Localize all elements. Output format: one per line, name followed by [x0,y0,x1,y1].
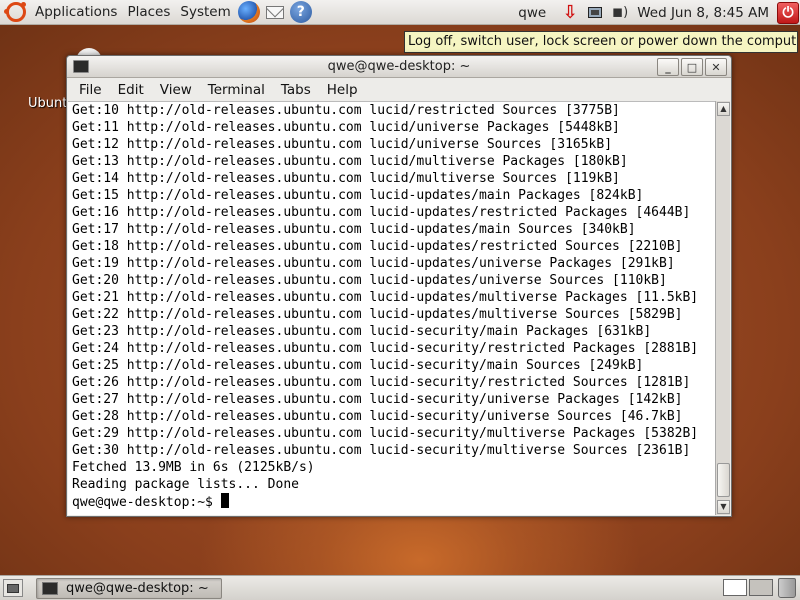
mail-icon[interactable] [264,1,286,23]
menu-help[interactable]: Help [319,82,366,98]
vertical-scrollbar[interactable]: ▲ ▼ [715,101,730,515]
terminal-line: Get:16 http://old-releases.ubuntu.com lu… [72,205,691,220]
terminal-line: Get:27 http://old-releases.ubuntu.com lu… [72,392,683,407]
terminal-line: Get:10 http://old-releases.ubuntu.com lu… [72,103,620,118]
shutdown-tooltip: Log off, switch user, lock screen or pow… [404,31,798,53]
window-title: qwe@qwe-desktop: ~ [327,59,471,74]
bottom-panel: qwe@qwe-desktop: ~ [0,575,800,600]
applications-menu[interactable]: Applications [30,0,122,25]
terminal-output[interactable]: Get:10 http://old-releases.ubuntu.com lu… [68,101,715,515]
taskbar-label: qwe@qwe-desktop: ~ [66,580,209,596]
terminal-line: Fetched 13.9MB in 6s (2125kB/s) [72,460,315,475]
terminal-line: Get:17 http://old-releases.ubuntu.com lu… [72,222,636,237]
user-switcher[interactable]: qwe [518,5,546,21]
firefox-icon[interactable] [237,1,260,23]
ubuntu-logo-icon[interactable] [4,2,26,22]
taskbar-terminal-button[interactable]: qwe@qwe-desktop: ~ [36,577,222,599]
scrollbar-thumb[interactable] [717,463,730,497]
minimize-button[interactable]: _ [657,58,679,76]
menu-file[interactable]: File [71,82,110,98]
trash-icon[interactable] [778,578,796,598]
menu-tabs[interactable]: Tabs [273,82,319,98]
terminal-line: Get:11 http://old-releases.ubuntu.com lu… [72,120,620,135]
terminal-line: Get:18 http://old-releases.ubuntu.com lu… [72,239,683,254]
menu-view[interactable]: View [152,82,200,98]
terminal-line: Get:24 http://old-releases.ubuntu.com lu… [72,341,699,356]
menubar: File Edit View Terminal Tabs Help [67,79,731,101]
terminal-line: Get:21 http://old-releases.ubuntu.com lu… [72,290,699,305]
terminal-line: Get:28 http://old-releases.ubuntu.com lu… [72,409,683,424]
text-cursor [220,493,229,508]
terminal-icon [42,581,58,595]
terminal-line: Get:13 http://old-releases.ubuntu.com lu… [72,154,628,169]
terminal-window: qwe@qwe-desktop: ~ _ □ ✕ File Edit View … [66,55,732,517]
terminal-line: Get:30 http://old-releases.ubuntu.com lu… [72,443,691,458]
menu-edit[interactable]: Edit [110,82,152,98]
terminal-line: Get:19 http://old-releases.ubuntu.com lu… [72,256,675,271]
terminal-line: Get:22 http://old-releases.ubuntu.com lu… [72,307,683,322]
download-arrow-icon[interactable]: ⇩ [560,2,580,23]
terminal-line: Get:25 http://old-releases.ubuntu.com lu… [72,358,644,373]
terminal-line: Get:23 http://old-releases.ubuntu.com lu… [72,324,652,339]
help-icon[interactable]: ? [289,1,312,23]
terminal-line: Get:12 http://old-releases.ubuntu.com lu… [72,137,613,152]
window-titlebar[interactable]: qwe@qwe-desktop: ~ _ □ ✕ [67,56,731,78]
network-icon[interactable] [585,3,605,23]
shutdown-icon[interactable]: ⏻ [777,1,799,24]
prompt-text: qwe@qwe-desktop:~$ [72,495,221,510]
volume-icon[interactable]: ◼) [610,3,630,23]
scroll-down-icon[interactable]: ▼ [717,500,730,514]
terminal-line: Get:20 http://old-releases.ubuntu.com lu… [72,273,667,288]
close-button[interactable]: ✕ [705,58,727,76]
menu-terminal[interactable]: Terminal [200,82,273,98]
terminal-prompt[interactable]: qwe@qwe-desktop:~$ [72,493,715,510]
scroll-up-icon[interactable]: ▲ [717,102,730,116]
clock[interactable]: Wed Jun 8, 8:45 AM [637,5,769,21]
maximize-button[interactable]: □ [681,58,703,76]
terminal-line: Get:29 http://old-releases.ubuntu.com lu… [72,426,699,441]
terminal-line: Get:26 http://old-releases.ubuntu.com lu… [72,375,691,390]
workspace-2[interactable] [749,579,773,596]
workspace-1[interactable] [723,579,747,596]
places-menu[interactable]: Places [122,0,175,25]
system-menu[interactable]: System [175,0,235,25]
terminal-line: Reading package lists... Done [72,477,299,492]
terminal-line: Get:14 http://old-releases.ubuntu.com lu… [72,171,620,186]
top-panel: Applications Places System ? qwe ⇩ ◼) We… [0,0,800,25]
workspace-switcher [721,579,773,596]
show-desktop-button[interactable] [3,579,23,597]
terminal-line: Get:15 http://old-releases.ubuntu.com lu… [72,188,644,203]
